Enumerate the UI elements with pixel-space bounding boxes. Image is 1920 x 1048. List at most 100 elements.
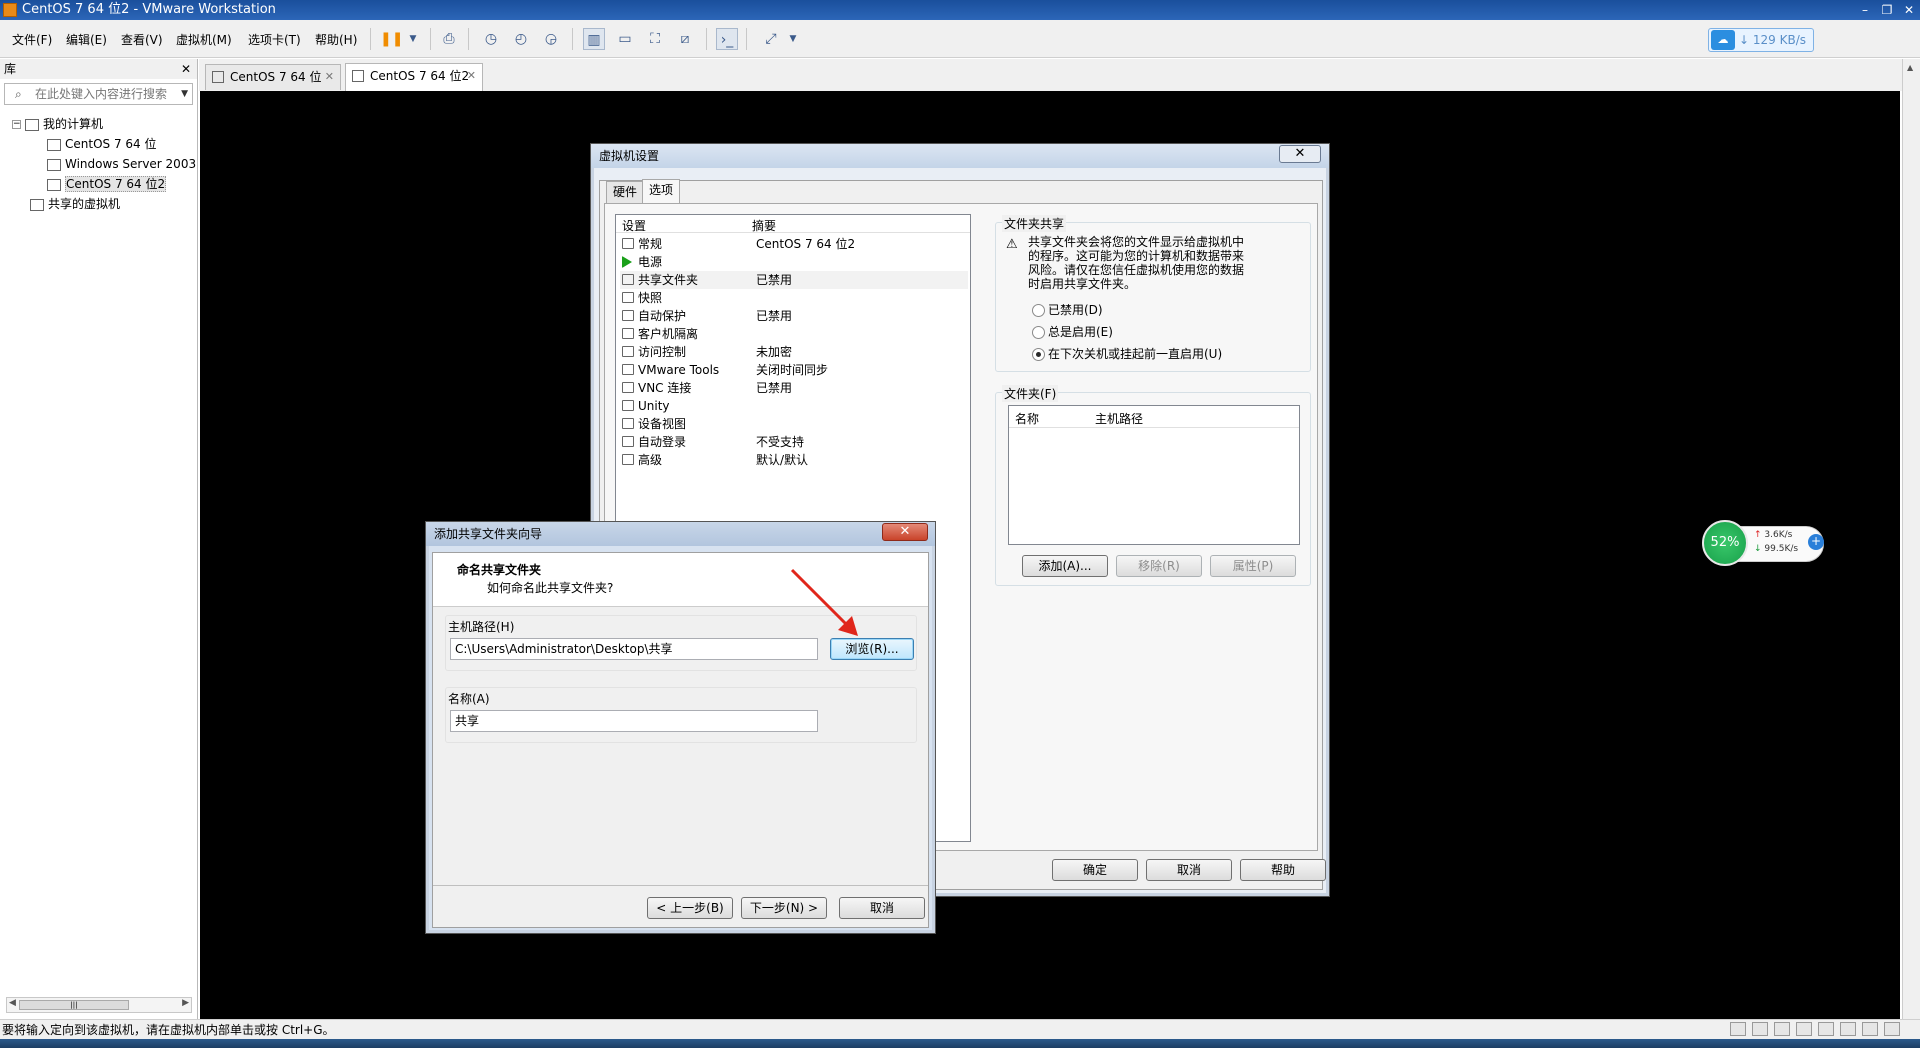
unity-icon[interactable]: ⧄: [674, 28, 696, 50]
status-bar: 要将输入定向到该虚拟机，请在虚拟机内部单击或按 Ctrl+G。: [0, 1019, 1920, 1039]
remove-folder-button[interactable]: 移除(R): [1116, 555, 1202, 577]
thumbnail-bar-icon[interactable]: ▭: [614, 28, 636, 50]
message-log-icon[interactable]: [1884, 1022, 1900, 1036]
folder-name-input[interactable]: 共享: [450, 710, 818, 732]
folder-sharing-group: 文件夹共享 ⚠ 共享文件夹会将您的文件显示给虚拟机中 的程序。这可能为您的计算机…: [995, 215, 1311, 372]
cd-dvd-icon[interactable]: [1752, 1022, 1768, 1036]
hard-disk-icon[interactable]: [1730, 1022, 1746, 1036]
setting-row-power[interactable]: 电源: [620, 253, 968, 271]
send-ctrl-alt-del-icon[interactable]: ⎙: [438, 28, 460, 50]
power-play-icon: [622, 256, 632, 268]
tab-hardware[interactable]: 硬件: [606, 181, 645, 203]
setting-row-unity[interactable]: Unity: [620, 397, 968, 415]
setting-row-vmware-tools[interactable]: VMware Tools 关闭时间同步: [620, 361, 968, 379]
speed-monitor-widget[interactable]: 52% ↑ 3.6K/s ↓ 99.5K/s +: [1702, 520, 1828, 568]
add-folder-button[interactable]: 添加(A)...: [1022, 555, 1108, 577]
setting-row-shared-folders[interactable]: 共享文件夹 已禁用: [620, 271, 968, 289]
revert-snapshot-icon[interactable]: ◴: [510, 28, 532, 50]
tree-item-vm[interactable]: CentOS 7 64 位2: [47, 174, 167, 194]
sharing-warning-text: 共享文件夹会将您的文件显示给虚拟机中 的程序。这可能为您的计算机和数据带来 风险…: [1028, 235, 1245, 291]
radio-disabled[interactable]: 已禁用(D): [1032, 303, 1103, 317]
console-view-icon[interactable]: ›_: [716, 28, 738, 50]
wizard-cancel-button[interactable]: 取消: [839, 897, 925, 919]
folder-properties-button[interactable]: 属性(P): [1210, 555, 1296, 577]
tab-close-icon[interactable]: ✕: [325, 65, 334, 89]
pause-icon[interactable]: ❚❚: [380, 28, 403, 50]
scroll-right-icon[interactable]: ▶: [182, 998, 189, 1008]
network-speed-widget[interactable]: ☁ ↓ 129 KB/s: [1708, 28, 1814, 52]
tab-options[interactable]: 选项: [642, 179, 681, 203]
scroll-left-icon[interactable]: ◀: [9, 998, 16, 1008]
stretch-dropdown-icon[interactable]: ▼: [782, 28, 804, 50]
library-title: 库: [4, 62, 17, 76]
menu-tabs[interactable]: 选项卡(T): [248, 31, 301, 48]
scroll-thumb[interactable]: |||: [19, 1000, 129, 1010]
tab-centos-7[interactable]: CentOS 7 64 位 ✕: [205, 64, 341, 90]
sound-icon[interactable]: [1840, 1022, 1856, 1036]
setting-row-snapshots[interactable]: 快照: [620, 289, 968, 307]
stretch-guest-icon[interactable]: ⤢: [760, 28, 782, 50]
library-search-input[interactable]: ⌕ 在此处键入内容进行搜索 ▼: [4, 83, 193, 105]
help-button[interactable]: 帮助: [1240, 859, 1326, 881]
minimize-icon[interactable]: –: [1854, 0, 1876, 20]
setting-row-access-control[interactable]: 访问控制 未加密: [620, 343, 968, 361]
setting-row-vnc[interactable]: VNC 连接 已禁用: [620, 379, 968, 397]
download-speed: ↓ 99.5K/s: [1754, 544, 1799, 554]
menu-vm[interactable]: 虚拟机(M): [176, 31, 232, 48]
memory-usage-circle[interactable]: 52%: [1702, 520, 1748, 566]
setting-row-autologin[interactable]: 自动登录 不受支持: [620, 433, 968, 451]
tree-item-vm[interactable]: CentOS 7 64 位: [47, 134, 156, 154]
ok-button[interactable]: 确定: [1052, 859, 1138, 881]
window-title: CentOS 7 64 位2 - VMware Workstation: [22, 2, 276, 17]
column-host-path: 主机路径: [1095, 412, 1144, 426]
wizard-close-icon[interactable]: ✕: [882, 523, 928, 541]
library-close-icon[interactable]: ✕: [181, 59, 191, 79]
search-dropdown-icon[interactable]: ▼: [181, 84, 188, 104]
tab-close-icon[interactable]: ✕: [467, 64, 476, 88]
setting-row-appliance-view[interactable]: 设备视图: [620, 415, 968, 433]
setting-row-general[interactable]: 常规 CentOS 7 64 位2: [620, 235, 968, 253]
access-control-icon: [622, 346, 634, 357]
menu-view[interactable]: 查看(V): [121, 31, 163, 48]
setting-row-isolation[interactable]: 客户机隔离: [620, 325, 968, 343]
tab-centos-7-2[interactable]: CentOS 7 64 位2 ✕: [345, 63, 483, 91]
warning-icon: ⚠: [1006, 237, 1018, 252]
search-icon: ⌕: [15, 87, 22, 101]
setting-row-autoprotect[interactable]: 自动保护 已禁用: [620, 307, 968, 325]
cancel-button[interactable]: 取消: [1146, 859, 1232, 881]
pause-dropdown-icon[interactable]: ▼: [402, 28, 424, 50]
status-message: 要将输入定向到该虚拟机，请在虚拟机内部单击或按 Ctrl+G。: [2, 1023, 335, 1037]
tree-item-my-computer[interactable]: − 我的计算机: [12, 114, 103, 134]
show-library-icon[interactable]: ▥: [583, 28, 605, 50]
column-name: 名称: [1015, 412, 1040, 426]
collapse-icon[interactable]: −: [12, 120, 21, 129]
vertical-scrollbar[interactable]: ▲: [1902, 59, 1920, 1019]
library-horizontal-scrollbar[interactable]: ◀ ||| ▶: [6, 997, 192, 1013]
usb-icon[interactable]: [1818, 1022, 1834, 1036]
full-screen-icon[interactable]: ⛶: [644, 28, 666, 50]
tree-item-shared-vms[interactable]: 共享的虚拟机: [30, 194, 120, 214]
radio-enabled-until-poweroff[interactable]: 在下次关机或挂起前一直启用(U): [1032, 347, 1222, 361]
back-button[interactable]: < 上一步(B): [647, 897, 733, 919]
menu-edit[interactable]: 编辑(E): [66, 31, 107, 48]
next-button[interactable]: 下一步(N) >: [741, 897, 827, 919]
setting-row-advanced[interactable]: 高级 默认/默认: [620, 451, 968, 469]
radio-always-enabled[interactable]: 总是启用(E): [1032, 325, 1113, 339]
shared-folders-list[interactable]: 名称 主机路径: [1008, 405, 1300, 545]
dialog-close-icon[interactable]: ✕: [1279, 145, 1321, 163]
tree-item-vm[interactable]: Windows Server 2003: [47, 154, 196, 174]
wizard-divider: [433, 885, 928, 886]
network-adapter-icon[interactable]: [1774, 1022, 1790, 1036]
display-icon[interactable]: [1862, 1022, 1878, 1036]
host-path-input[interactable]: C:\Users\Administrator\Desktop\共享: [450, 638, 818, 660]
menu-file[interactable]: 文件(F): [12, 31, 52, 48]
wizard-title-bar: 添加共享文件夹向导: [426, 522, 935, 546]
menu-help[interactable]: 帮助(H): [315, 31, 357, 48]
scroll-up-icon[interactable]: ▲: [1907, 63, 1913, 72]
accelerate-plus-icon[interactable]: +: [1808, 534, 1824, 550]
snapshot-icon[interactable]: ◷: [480, 28, 502, 50]
restore-icon[interactable]: ❐: [1876, 0, 1898, 20]
printer-icon[interactable]: [1796, 1022, 1812, 1036]
snapshot-manager-icon[interactable]: ◶: [540, 28, 562, 50]
close-icon[interactable]: ✕: [1898, 0, 1920, 20]
